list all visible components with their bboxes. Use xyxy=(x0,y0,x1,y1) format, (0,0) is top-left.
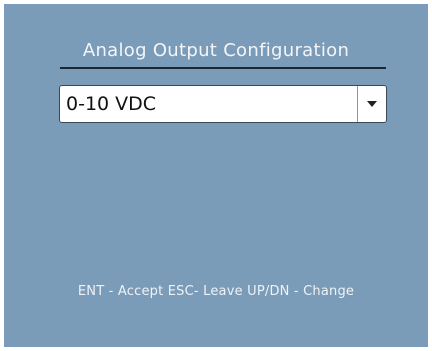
config-screen: Analog Output Configuration 0-10 VDC ENT… xyxy=(4,4,428,347)
output-type-dropdown[interactable]: 0-10 VDC xyxy=(59,85,387,123)
page-title: Analog Output Configuration xyxy=(82,40,350,61)
chevron-down-icon xyxy=(367,101,377,107)
key-help-text: ENT - Accept ESC- Leave UP/DN - Change xyxy=(77,284,355,299)
dropdown-toggle-button[interactable] xyxy=(357,86,386,122)
title-underline xyxy=(60,67,386,69)
output-type-value: 0-10 VDC xyxy=(66,93,157,115)
